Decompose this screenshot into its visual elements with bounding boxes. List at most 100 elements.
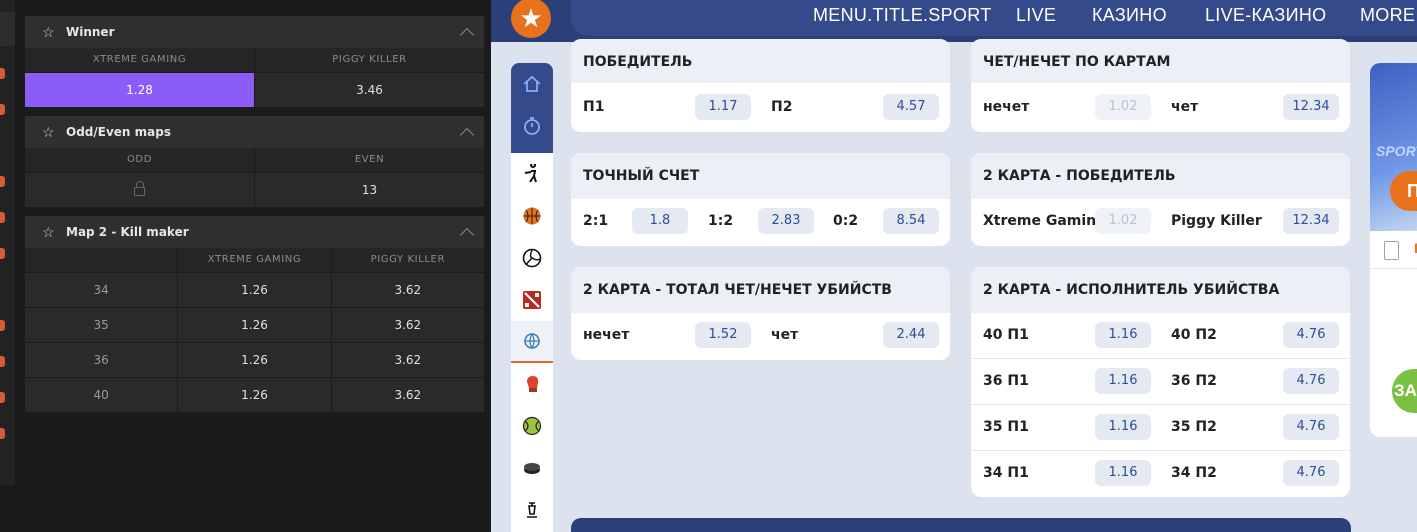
odd-button[interactable]: 4.76	[1283, 414, 1339, 440]
market-columns: ODD EVEN	[25, 148, 484, 172]
market-card-title: ТОЧНЫЙ СЧЕТ	[571, 153, 950, 199]
nav-item-live[interactable]: LIVE	[1016, 5, 1056, 26]
left-markets-panel: ☆ Winner XTREME GAMING PIGGY KILLER 1.28…	[0, 0, 491, 532]
column-header: PIGGY KILLER	[254, 48, 484, 72]
odd-button[interactable]: 4.76	[1283, 322, 1339, 348]
market-columns: XTREME GAMING PIGGY KILLER	[25, 248, 484, 272]
outcome-label: 35 П2	[1171, 419, 1217, 435]
odd-button[interactable]: 1.26	[177, 343, 330, 377]
row-label: 36	[93, 353, 109, 367]
outcome-label: чет	[1171, 99, 1199, 115]
chevron-up-icon[interactable]	[459, 27, 475, 43]
row-divider	[971, 404, 1350, 405]
odd-button[interactable]: 3.62	[330, 378, 484, 412]
chess-icon[interactable]	[511, 489, 553, 531]
boxing-icon[interactable]	[511, 363, 553, 405]
odd-button[interactable]: 1.16	[1095, 460, 1151, 486]
outcome-label: 36 П2	[1171, 373, 1217, 389]
odd-button-disabled: 1.02	[1095, 208, 1151, 234]
nav-item-live-casino[interactable]: LIVE-КАЗИНО	[1205, 5, 1326, 26]
basketball-icon[interactable]	[511, 195, 553, 237]
odds-row: 13	[25, 172, 484, 207]
odd-button[interactable]: 1.16	[1095, 414, 1151, 440]
odd-button[interactable]: 3.62	[330, 308, 484, 342]
odd-button[interactable]: 3.46	[254, 73, 484, 107]
outcome-label: 36 П1	[983, 373, 1029, 389]
outcome-label: нечет	[583, 327, 630, 343]
market-card-map2-winner: 2 КАРТА - ПОБЕДИТЕЛЬ Xtreme Gaming 1.02 …	[971, 153, 1350, 246]
odd-button[interactable]: 1.16	[1095, 322, 1151, 348]
strip-tab[interactable]	[0, 12, 15, 46]
coupon-icon	[1384, 241, 1399, 260]
promo-bar: К	[1370, 231, 1417, 269]
volleyball-icon[interactable]	[511, 237, 553, 279]
odd-button[interactable]: 1.26	[177, 378, 330, 412]
odd-button[interactable]: 4.76	[1283, 368, 1339, 394]
star-icon[interactable]: ☆	[42, 124, 66, 141]
odd-button[interactable]: 1.52	[695, 322, 751, 348]
nav-item-casino[interactable]: КАЗИНО	[1092, 5, 1167, 26]
market-card-title: ЧЕТ/НЕЧЕТ ПО КАРТАМ	[971, 39, 1350, 83]
odd-button[interactable]: 3.62	[330, 273, 484, 307]
odds-row: 35 1.26 3.62	[25, 307, 484, 342]
odd-button[interactable]: 1.17	[695, 94, 751, 120]
cs-soldier-icon[interactable]	[511, 153, 553, 195]
market-header[interactable]: ☆ Winner	[25, 16, 484, 48]
odd-button[interactable]: 2.44	[883, 322, 939, 348]
outcome-label: Piggy Killer	[1171, 213, 1262, 229]
market-kill-maker: ☆ Map 2 - Kill maker XTREME GAMING PIGGY…	[25, 216, 484, 412]
market-header[interactable]: ☆ Map 2 - Kill maker	[25, 216, 484, 248]
chevron-up-icon[interactable]	[459, 127, 475, 143]
column-header: EVEN	[254, 148, 484, 172]
outcome-label: П1	[583, 99, 605, 115]
market-winner: ☆ Winner XTREME GAMING PIGGY KILLER 1.28…	[25, 16, 484, 107]
odd-button[interactable]: 1.26	[177, 308, 330, 342]
odd-button[interactable]: 4.57	[883, 94, 939, 120]
odd-button-selected[interactable]: 1.28	[25, 73, 254, 107]
outcome-label: 40 П2	[1171, 327, 1217, 343]
odd-button[interactable]: 1.16	[1095, 368, 1151, 394]
row-divider	[971, 450, 1350, 451]
odds-row: 40 1.26 3.62	[25, 377, 484, 412]
dota-icon[interactable]	[511, 279, 553, 321]
nav-item-sport[interactable]: MENU.TITLE.SPORT	[813, 5, 992, 26]
market-card-title: 2 КАРТА - ПОБЕДИТЕЛЬ	[971, 153, 1350, 199]
market-card-winner: ПОБЕДИТЕЛЬ П1 1.17 П2 4.57	[571, 39, 950, 132]
odd-button[interactable]: 2.83	[758, 208, 814, 234]
odd-button[interactable]: 1.26	[177, 273, 330, 307]
star-logo-icon[interactable]: ★	[511, 0, 551, 38]
tennis-icon[interactable]	[511, 405, 553, 447]
odd-button[interactable]: 13	[254, 173, 484, 207]
promo-banner: SPORT П К ЗА	[1370, 63, 1417, 437]
stopwatch-icon[interactable]	[511, 105, 553, 147]
market-header[interactable]: ☆ Odd/Even maps	[25, 116, 484, 148]
market-odd-even: ☆ Odd/Even maps ODD EVEN 13	[25, 116, 484, 207]
market-card-title: ПОБЕДИТЕЛЬ	[571, 39, 950, 83]
star-icon[interactable]: ☆	[42, 224, 66, 241]
home-icon[interactable]	[511, 63, 553, 105]
promo-sport-text: SPORT	[1376, 143, 1417, 159]
odd-button[interactable]: 4.76	[1283, 460, 1339, 486]
lock-icon	[134, 181, 145, 196]
star-icon[interactable]: ☆	[42, 24, 66, 41]
odd-button[interactable]: 3.62	[330, 343, 484, 377]
outcome-label: 0:2	[833, 213, 859, 229]
hockey-puck-icon[interactable]	[511, 447, 553, 489]
top-navigation-bar: ★ MENU.TITLE.SPORT LIVE КАЗИНО LIVE-КАЗИ…	[491, 0, 1417, 42]
outcome-label: Xtreme Gaming	[983, 213, 1107, 229]
chevron-up-icon[interactable]	[459, 227, 475, 243]
outcome-label: 2:1	[583, 213, 609, 229]
column-header: XTREME GAMING	[177, 248, 330, 272]
outcome-label: П2	[771, 99, 793, 115]
outcome-label: 35 П1	[983, 419, 1029, 435]
row-label: 35	[93, 318, 109, 332]
odd-button[interactable]: 1.8	[632, 208, 688, 234]
odd-button[interactable]: 8.54	[883, 208, 939, 234]
odd-button[interactable]: 12.34	[1283, 94, 1339, 120]
strip-marker	[0, 212, 5, 223]
nav-item-more[interactable]: MORE ...	[1360, 5, 1417, 26]
odd-button[interactable]: 12.34	[1283, 208, 1339, 234]
market-title: Winner	[66, 25, 115, 39]
esports-globe-icon[interactable]	[511, 321, 553, 363]
promo-register-button[interactable]: ЗА	[1392, 369, 1417, 413]
